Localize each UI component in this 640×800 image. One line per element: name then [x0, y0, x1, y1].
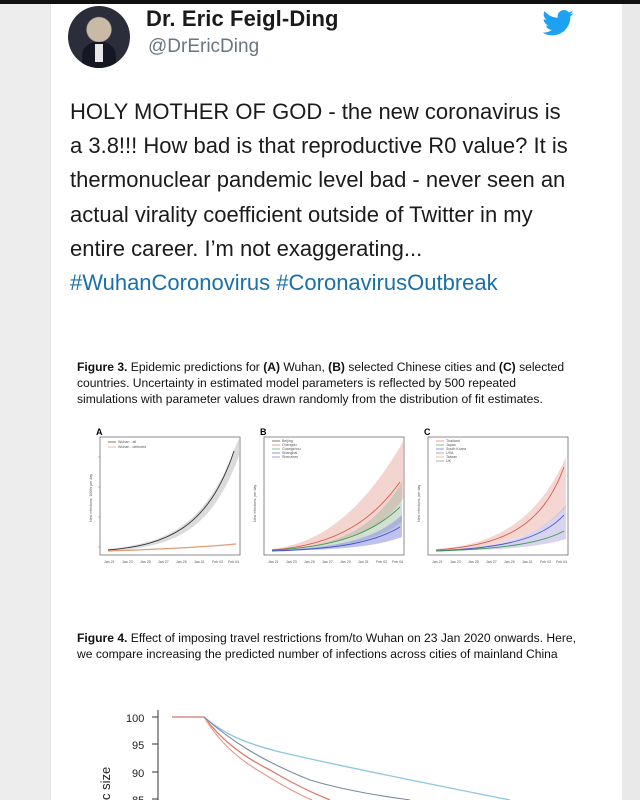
figure3-caption: Figure 3. Epidemic predictions for (A) W…: [77, 359, 577, 407]
author-name[interactable]: Dr. Eric Feigl-Ding: [146, 6, 339, 32]
figure3-b: (B): [328, 360, 345, 374]
svg-text:Jan 27: Jan 27: [322, 560, 333, 564]
panel-a-legend: Wuhan - all Wuhan - detected: [108, 440, 146, 449]
svg-text:Jan 25: Jan 25: [304, 560, 315, 564]
panel-a-legend-0: Wuhan - all: [118, 440, 136, 444]
twitter-bird-icon[interactable]: [542, 10, 574, 36]
svg-text:Jan 25: Jan 25: [468, 560, 479, 564]
panel-b-legend-4: Shenzhen: [282, 455, 298, 459]
svg-text:Jan 21: Jan 21: [268, 560, 279, 564]
svg-text:Jan 31: Jan 31: [358, 560, 369, 564]
avatar[interactable]: [68, 6, 130, 68]
figure4-ylabel: c size: [98, 767, 113, 800]
svg-text:Jan 23: Jan 23: [286, 560, 297, 564]
svg-text:Jan 25: Jan 25: [140, 560, 151, 564]
svg-text:New infections, per day: New infections, per day: [253, 484, 257, 522]
svg-text:Feb 04: Feb 04: [392, 560, 403, 564]
figure3-label: Figure 3.: [77, 360, 128, 374]
svg-text:Jan 23: Jan 23: [122, 560, 133, 564]
figure3-a-text: Wuhan,: [279, 360, 329, 374]
ytick-90: 90: [132, 768, 144, 780]
tweet-body: HOLY MOTHER OF GOD - the new coronavirus…: [70, 99, 568, 261]
hashtag-wuhan[interactable]: #WuhanCoronovirus: [70, 270, 270, 295]
svg-text:Jan 21: Jan 21: [432, 560, 443, 564]
panel-b-legend: Beijing Chengdu Guangzhou Shanghai Shenz…: [272, 439, 301, 459]
figure3-b-text: selected Chinese cities and: [344, 360, 499, 374]
svg-text:New infections, per day: New infections, per day: [417, 484, 421, 522]
figure4-label: Figure 4.: [77, 631, 128, 645]
svg-text:Jan 29: Jan 29: [504, 560, 515, 564]
figure3-c: (C): [498, 360, 516, 374]
svg-text:Jan 29: Jan 29: [176, 560, 187, 564]
svg-text:Jan 29: Jan 29: [340, 560, 351, 564]
svg-text:Feb 04: Feb 04: [228, 560, 239, 564]
svg-text:Feb 02: Feb 02: [376, 560, 387, 564]
svg-text:New infections, 1000s per day: New infections, 1000s per day: [89, 474, 93, 522]
panel-a-legend-1: Wuhan - detected: [118, 445, 146, 449]
figure3-a: (A): [263, 360, 280, 374]
ytick-85: 85: [132, 795, 144, 800]
right-edge: [622, 4, 640, 800]
ytick-100: 100: [126, 713, 144, 725]
svg-text:Feb 02: Feb 02: [540, 560, 551, 564]
author-handle[interactable]: @DrEricDing: [148, 36, 259, 58]
panel-c-legend-5: UK: [446, 459, 452, 463]
panel-b-letter: B: [260, 427, 267, 437]
hashtag-outbreak[interactable]: #CoronavirusOutbreak: [276, 270, 497, 295]
panel-a-letter: A: [96, 427, 103, 437]
avatar-shirt: [95, 44, 103, 62]
figure3-caption-start: Epidemic predictions for: [127, 360, 264, 374]
figure4-caption-text: Effect of imposing travel restrictions f…: [77, 631, 576, 661]
svg-text:Jan 21: Jan 21: [104, 560, 115, 564]
svg-text:Jan 31: Jan 31: [194, 560, 205, 564]
figure4-caption: Figure 4. Effect of imposing travel rest…: [77, 630, 577, 662]
svg-text:Jan 27: Jan 27: [158, 560, 169, 564]
panel-c-legend: Thailand Japan South Korea USA Taiwan UK: [436, 439, 466, 463]
figure3-panel-b: B Beijing Chengdu Guangzhou Shanghai She…: [250, 427, 408, 569]
svg-text:Jan 27: Jan 27: [486, 560, 497, 564]
svg-text:Feb 04: Feb 04: [556, 560, 567, 564]
svg-text:Jan 23: Jan 23: [450, 560, 461, 564]
ytick-95: 95: [132, 740, 144, 752]
svg-text:Feb 02: Feb 02: [212, 560, 223, 564]
figure3-panel-c: C Thailand Japan South Korea USA Taiwan …: [414, 427, 572, 569]
figure4-series-red-2: [172, 716, 313, 800]
panel-c-letter: C: [424, 427, 431, 437]
svg-text:Jan 31: Jan 31: [522, 560, 533, 564]
figure4-chart: c size 100 95 90 85: [80, 700, 580, 800]
tweet-text: HOLY MOTHER OF GOD - the new coronavirus…: [70, 95, 570, 300]
figure3-panel-a: A Wuhan - all Wuhan - detected Jan 21 Jan…: [86, 427, 244, 569]
